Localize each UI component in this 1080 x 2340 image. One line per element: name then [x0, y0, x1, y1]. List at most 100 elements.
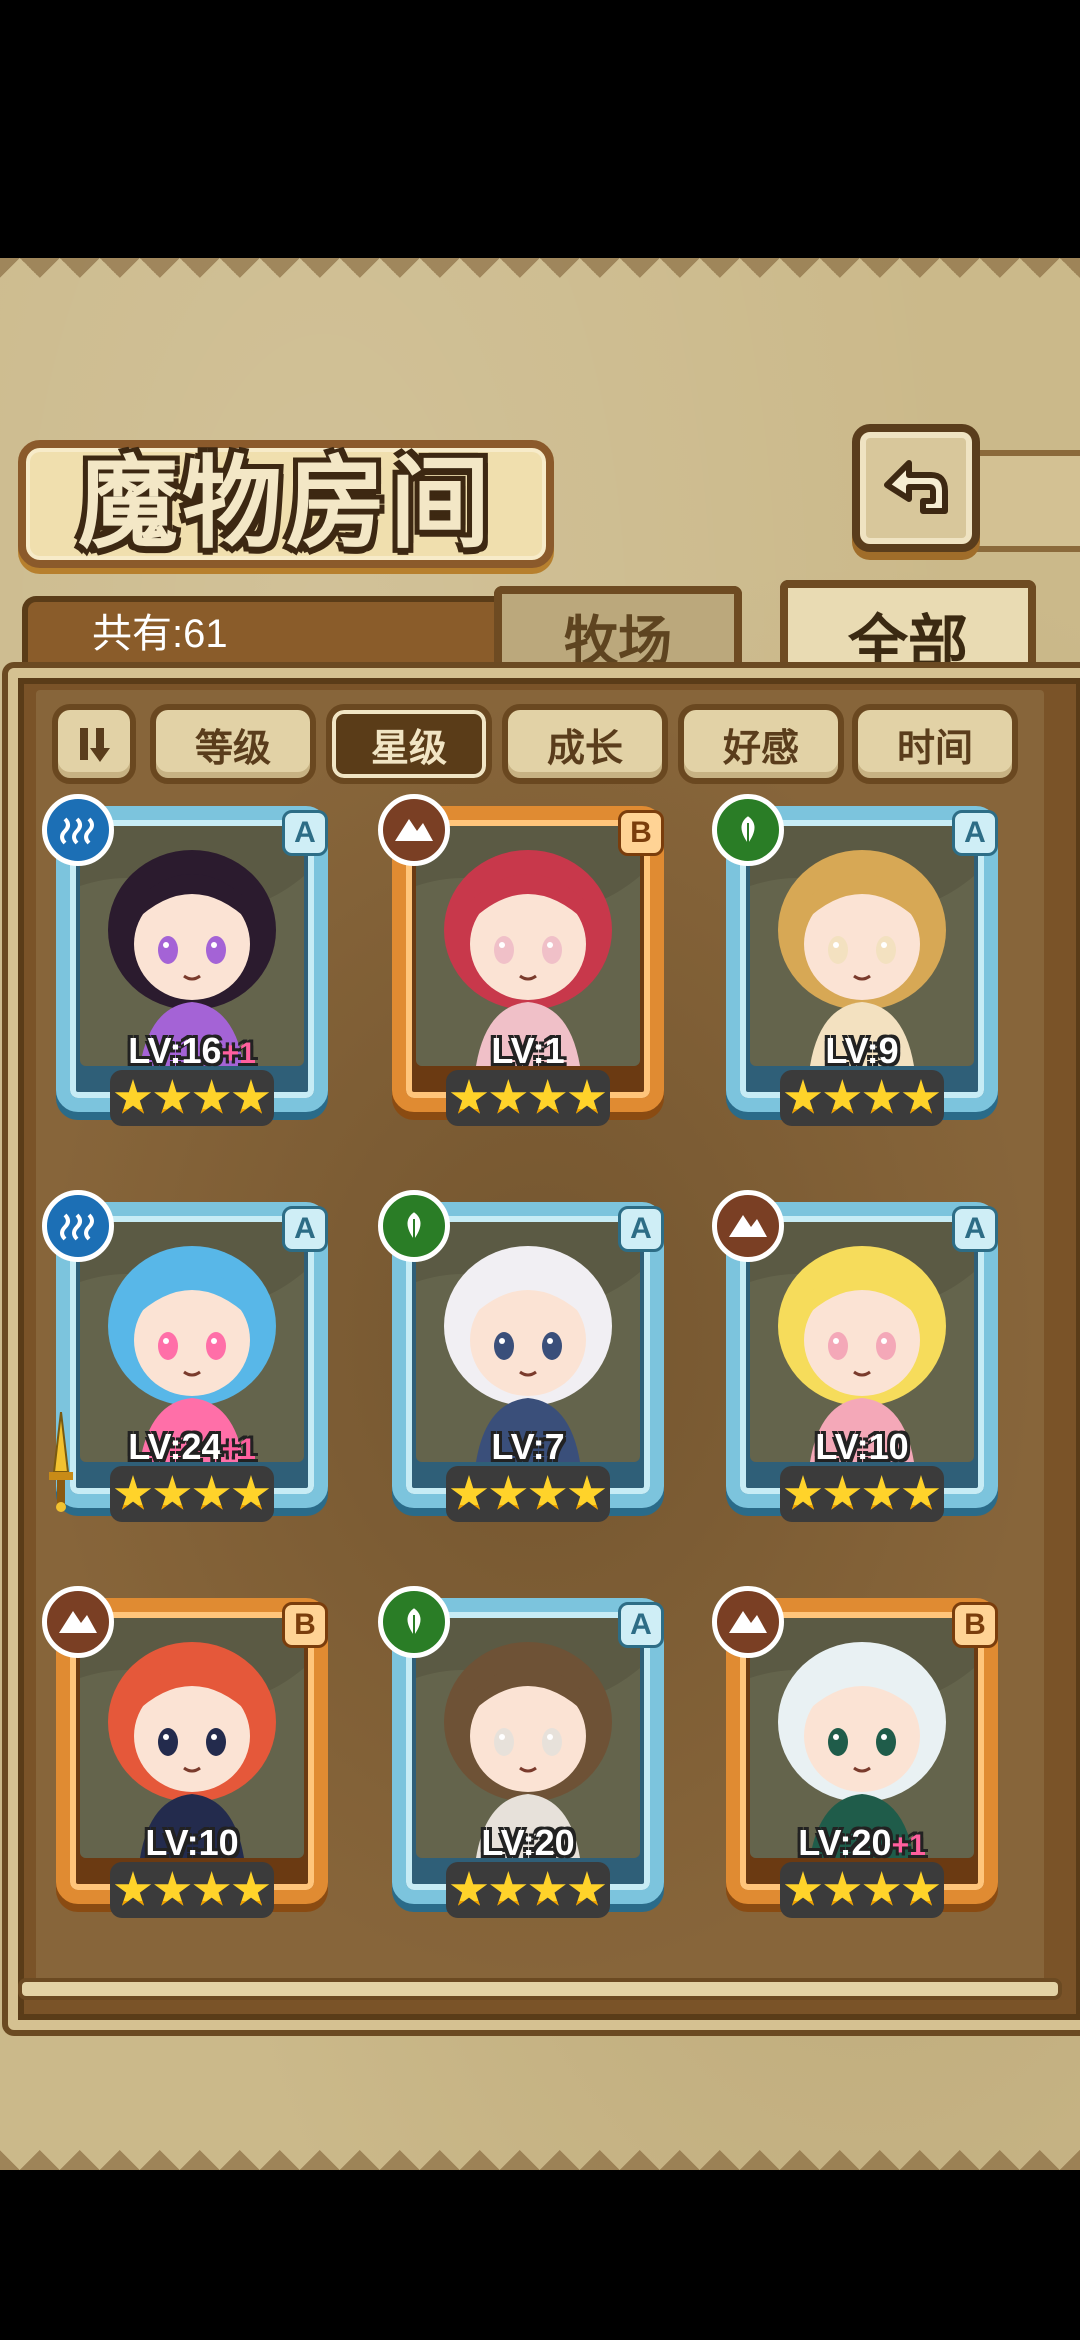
water-element-icon: [42, 1190, 114, 1262]
star-icon: [529, 1475, 566, 1510]
star-icon: [824, 1079, 861, 1114]
rank-badge: A: [952, 810, 998, 856]
level-label: LV:10: [42, 1822, 342, 1864]
level-label: LV:1: [378, 1030, 678, 1072]
star-icon: [114, 1871, 152, 1906]
rank-badge: A: [282, 810, 328, 856]
level-value: LV:1: [491, 1030, 565, 1071]
monster-card[interactable]: B LV:10: [42, 1586, 342, 1926]
star-icon: [529, 1871, 566, 1906]
rank-badge: B: [282, 1602, 328, 1648]
torn-edge-top: [0, 258, 1080, 298]
star-icon: [232, 1079, 270, 1114]
monster-card[interactable]: A LV:16+1: [42, 794, 342, 1134]
title-plate: 魔物房间: [18, 440, 554, 568]
level-label: LV:24+1: [42, 1426, 342, 1468]
star-rating: [780, 1070, 944, 1126]
monster-card[interactable]: A LV:9: [712, 794, 1012, 1134]
rank-badge: B: [618, 810, 664, 856]
star-rating: [780, 1862, 944, 1918]
star-rating: [110, 1862, 274, 1918]
sort-label: 星级: [370, 725, 447, 770]
star-icon: [568, 1871, 606, 1906]
level-value: LV:20: [481, 1822, 575, 1863]
star-rating: [780, 1466, 944, 1522]
star-icon: [902, 1475, 940, 1510]
star-icon: [193, 1871, 230, 1906]
star-icon: [824, 1871, 861, 1906]
star-icon: [193, 1079, 230, 1114]
earth-element-icon: [712, 1190, 784, 1262]
star-rating: [446, 1862, 610, 1918]
star-icon: [490, 1871, 527, 1906]
level-value: LV:24: [128, 1426, 222, 1467]
monster-card[interactable]: B LV:1: [378, 794, 678, 1134]
rank-badge: A: [952, 1206, 998, 1252]
star-icon: [568, 1079, 606, 1114]
star-icon: [193, 1475, 230, 1510]
level-label: LV:10: [712, 1426, 1012, 1468]
star-icon: [154, 1475, 191, 1510]
star-icon: [529, 1079, 566, 1114]
back-ribbon: [964, 450, 1080, 552]
star-icon: [863, 1871, 900, 1906]
level-label: LV:9: [712, 1030, 1012, 1072]
earth-element-icon: [378, 794, 450, 866]
star-icon: [114, 1475, 152, 1510]
sort-label: 成长: [546, 725, 623, 770]
earth-element-icon: [42, 1586, 114, 1658]
level-bonus: +1: [891, 1829, 926, 1862]
wood-element-icon: [378, 1586, 450, 1658]
water-element-icon: [42, 794, 114, 866]
monster-card[interactable]: A LV:24+1: [42, 1190, 342, 1530]
sort-label: 好感: [722, 725, 799, 770]
star-icon: [450, 1475, 488, 1510]
star-icon: [450, 1079, 488, 1114]
sort-order-toggle[interactable]: [52, 704, 136, 784]
sort-label: 等级: [194, 725, 271, 770]
level-value: LV:10: [145, 1822, 239, 1863]
earth-element-icon: [712, 1586, 784, 1658]
star-rating: [110, 1070, 274, 1126]
star-icon: [232, 1871, 270, 1906]
back-arrow-icon: [884, 460, 948, 514]
torn-edge-bottom: [0, 2130, 1080, 2170]
panel-bottom-border: [22, 1982, 1058, 1996]
star-icon: [784, 1475, 822, 1510]
sort-level-button[interactable]: 等级: [150, 704, 316, 784]
tab-ranch[interactable]: 牧场: [494, 586, 742, 678]
back-button[interactable]: [852, 424, 980, 552]
level-label: LV:20: [378, 1822, 678, 1864]
level-label: LV:7: [378, 1426, 678, 1468]
sort-time-button[interactable]: 时间: [852, 704, 1018, 784]
sort-affection-button[interactable]: 好感: [678, 704, 844, 784]
star-icon: [154, 1871, 191, 1906]
level-bonus: +1: [221, 1433, 256, 1466]
star-icon: [824, 1475, 861, 1510]
sort-star-button[interactable]: 星级: [326, 704, 492, 784]
rank-badge: B: [952, 1602, 998, 1648]
rank-badge: A: [282, 1206, 328, 1252]
monster-count: 共有:61: [92, 612, 228, 656]
monster-card[interactable]: A LV:10: [712, 1190, 1012, 1530]
star-rating: [110, 1466, 274, 1522]
star-icon: [490, 1079, 527, 1114]
star-icon: [863, 1475, 900, 1510]
level-value: LV:10: [815, 1426, 909, 1467]
rank-badge: A: [618, 1206, 664, 1252]
sort-growth-button[interactable]: 成长: [502, 704, 668, 784]
star-rating: [446, 1070, 610, 1126]
monster-card[interactable]: A LV:20: [378, 1586, 678, 1926]
level-label: LV:16+1: [42, 1030, 342, 1072]
star-icon: [232, 1475, 270, 1510]
level-value: LV:16: [128, 1030, 222, 1071]
page-title: 魔物房间: [78, 443, 494, 562]
level-value: LV:9: [825, 1030, 899, 1071]
star-icon: [490, 1475, 527, 1510]
wood-element-icon: [378, 1190, 450, 1262]
star-icon: [450, 1871, 488, 1906]
star-icon: [902, 1871, 940, 1906]
monster-card[interactable]: B LV:20+1: [712, 1586, 1012, 1926]
star-rating: [446, 1466, 610, 1522]
monster-card[interactable]: A LV:7: [378, 1190, 678, 1530]
